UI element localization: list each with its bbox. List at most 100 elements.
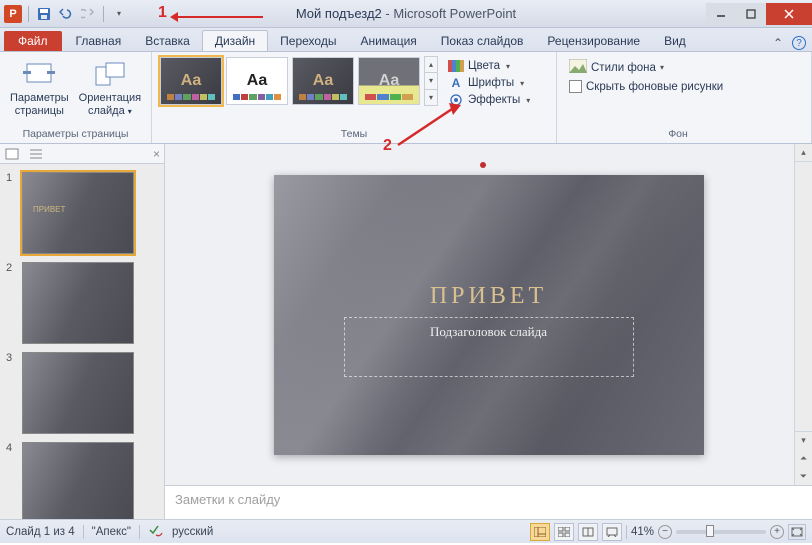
scroll-down-icon[interactable]: ▾ bbox=[795, 431, 812, 449]
slide-thumbnail-4[interactable]: 4 bbox=[0, 438, 164, 519]
theme-thumb-current[interactable]: Aa bbox=[160, 57, 222, 105]
window-controls bbox=[706, 3, 812, 25]
theme-variants: Цвета ▾ A Шрифты ▾ Эффекты ▾ bbox=[444, 56, 534, 108]
group-background: Стили фона ▾ Скрыть фоновые рисунки Фон bbox=[557, 52, 812, 143]
notes-pane[interactable]: Заметки к слайду bbox=[165, 485, 812, 519]
outline-tab-icon[interactable] bbox=[24, 148, 48, 160]
quick-access-toolbar: P ▾ bbox=[0, 5, 128, 23]
redo-icon[interactable] bbox=[79, 5, 97, 23]
theme-thumb-4[interactable]: Aa bbox=[358, 57, 420, 105]
prev-slide-icon[interactable]: ⏶ bbox=[795, 449, 812, 467]
vertical-scrollbar[interactable]: ▴ ▾ ⏶ ⏷ bbox=[794, 144, 812, 485]
thumb-preview bbox=[22, 352, 134, 434]
background-styles-icon bbox=[569, 59, 587, 76]
slide-subtitle-placeholder[interactable]: Подзаголовок слайда bbox=[344, 317, 634, 377]
background-styles-label: Стили фона bbox=[591, 62, 656, 74]
page-parameters-label: Параметры страницы bbox=[10, 92, 69, 117]
tab-home[interactable]: Главная bbox=[64, 31, 134, 51]
next-slide-icon[interactable]: ⏷ bbox=[795, 467, 812, 485]
page-parameters-button[interactable]: Параметры страницы bbox=[8, 56, 71, 119]
slide-thumbnail-3[interactable]: 3 bbox=[0, 348, 164, 438]
thumb-number: 2 bbox=[6, 262, 16, 274]
spell-check-icon[interactable] bbox=[148, 523, 164, 540]
tab-view[interactable]: Вид bbox=[652, 31, 698, 51]
sorter-view-button[interactable] bbox=[554, 523, 574, 541]
theme-thumb-2[interactable]: Aa bbox=[226, 57, 288, 105]
chevron-down-icon: ▾ bbox=[526, 96, 530, 105]
zoom-percentage[interactable]: 41% bbox=[631, 526, 654, 538]
app-logo-icon[interactable]: P bbox=[4, 5, 22, 23]
group-page-setup: Параметры страницы Ориентация слайда ▾ П… bbox=[0, 52, 152, 143]
close-panel-icon[interactable]: × bbox=[153, 147, 160, 161]
themes-gallery-spinner: ▴ ▾ ▾ bbox=[424, 56, 438, 106]
status-bar: Слайд 1 из 4 "Апекс" русский 41% − + bbox=[0, 519, 812, 543]
save-icon[interactable] bbox=[35, 5, 53, 23]
zoom-slider-handle[interactable] bbox=[706, 525, 714, 537]
fonts-label: Шрифты bbox=[468, 77, 514, 89]
colors-label: Цвета bbox=[468, 60, 500, 72]
ribbon-tabs: Файл Главная Вставка Дизайн Переходы Ани… bbox=[0, 28, 812, 52]
slide-counter[interactable]: Слайд 1 из 4 bbox=[6, 526, 75, 538]
content-area: × 1 ПРИВЕТ 2 3 4 ПРИВЕТ bbox=[0, 144, 812, 519]
title-bar: P ▾ Мой подъезд2 - Microsoft PowerPoint bbox=[0, 0, 812, 28]
colors-button[interactable]: Цвета ▾ bbox=[444, 58, 534, 74]
thumbnails-header: × bbox=[0, 144, 164, 164]
gallery-down-icon[interactable]: ▾ bbox=[425, 73, 437, 89]
scroll-up-icon[interactable]: ▴ bbox=[795, 144, 812, 162]
window-title: Мой подъезд2 - Microsoft PowerPoint bbox=[296, 6, 516, 21]
slideshow-view-button[interactable] bbox=[602, 523, 622, 541]
slide-thumbnail-2[interactable]: 2 bbox=[0, 258, 164, 348]
annotation-dot bbox=[480, 162, 486, 168]
reading-view-button[interactable] bbox=[578, 523, 598, 541]
slide-orientation-label: Ориентация слайда ▾ bbox=[79, 92, 141, 117]
thumbnails-list: 1 ПРИВЕТ 2 3 4 bbox=[0, 164, 164, 519]
minimize-ribbon-icon[interactable]: ⌃ bbox=[770, 35, 786, 51]
thumb-number: 4 bbox=[6, 442, 16, 454]
thumb-number: 1 bbox=[6, 172, 16, 184]
qat-dropdown-icon[interactable]: ▾ bbox=[110, 5, 128, 23]
close-button[interactable] bbox=[766, 3, 812, 25]
slide-orientation-button[interactable]: Ориентация слайда ▾ bbox=[77, 56, 143, 119]
normal-view-button[interactable] bbox=[530, 523, 550, 541]
tab-transitions[interactable]: Переходы bbox=[268, 31, 348, 51]
colors-icon bbox=[448, 59, 464, 73]
tab-review[interactable]: Рецензирование bbox=[535, 31, 652, 51]
document-name: Мой подъезд2 bbox=[296, 6, 382, 21]
group-themes: Aa Aa Aa Aa ▴ ▾ ▾ bbox=[152, 52, 557, 143]
tab-animations[interactable]: Анимация bbox=[348, 31, 428, 51]
tab-design[interactable]: Дизайн bbox=[202, 30, 268, 51]
slide-preview[interactable]: ПРИВЕТ Подзаголовок слайда bbox=[274, 175, 704, 455]
fit-to-window-button[interactable] bbox=[788, 524, 806, 540]
help-icon[interactable]: ? bbox=[792, 36, 806, 50]
zoom-in-button[interactable]: + bbox=[770, 525, 784, 539]
tab-file[interactable]: Файл bbox=[4, 31, 62, 51]
thumb-number: 3 bbox=[6, 352, 16, 364]
group-background-label: Фон bbox=[565, 126, 791, 143]
slides-tab-icon[interactable] bbox=[0, 148, 24, 160]
theme-name[interactable]: "Апекс" bbox=[92, 526, 131, 538]
thumbnails-panel: × 1 ПРИВЕТ 2 3 4 bbox=[0, 144, 165, 519]
gallery-up-icon[interactable]: ▴ bbox=[425, 57, 437, 73]
fonts-button[interactable]: A Шрифты ▾ bbox=[444, 75, 534, 91]
slide-title-text[interactable]: ПРИВЕТ bbox=[274, 283, 704, 310]
tab-slideshow[interactable]: Показ слайдов bbox=[429, 31, 536, 51]
zoom-out-button[interactable]: − bbox=[658, 525, 672, 539]
slide-canvas[interactable]: ПРИВЕТ Подзаголовок слайда bbox=[165, 144, 812, 485]
slide-thumbnail-1[interactable]: 1 ПРИВЕТ bbox=[0, 168, 164, 258]
chevron-down-icon: ▾ bbox=[660, 63, 664, 72]
maximize-button[interactable] bbox=[736, 3, 766, 25]
hide-background-checkbox[interactable]: Скрыть фоновые рисунки bbox=[565, 79, 727, 94]
minimize-button[interactable] bbox=[706, 3, 736, 25]
annotation-arrow-2 bbox=[395, 103, 465, 151]
language-indicator[interactable]: русский bbox=[172, 526, 213, 538]
slide-subtitle-text: Подзаголовок слайда bbox=[430, 324, 547, 340]
fonts-icon: A bbox=[448, 76, 464, 90]
theme-thumb-3[interactable]: Aa bbox=[292, 57, 354, 105]
checkbox-icon bbox=[569, 80, 582, 93]
zoom-slider[interactable] bbox=[676, 530, 766, 534]
thumb-preview: ПРИВЕТ bbox=[22, 172, 134, 254]
tab-insert[interactable]: Вставка bbox=[133, 31, 202, 51]
background-styles-button[interactable]: Стили фона ▾ bbox=[565, 58, 727, 77]
undo-icon[interactable] bbox=[57, 5, 75, 23]
thumb-preview bbox=[22, 442, 134, 519]
